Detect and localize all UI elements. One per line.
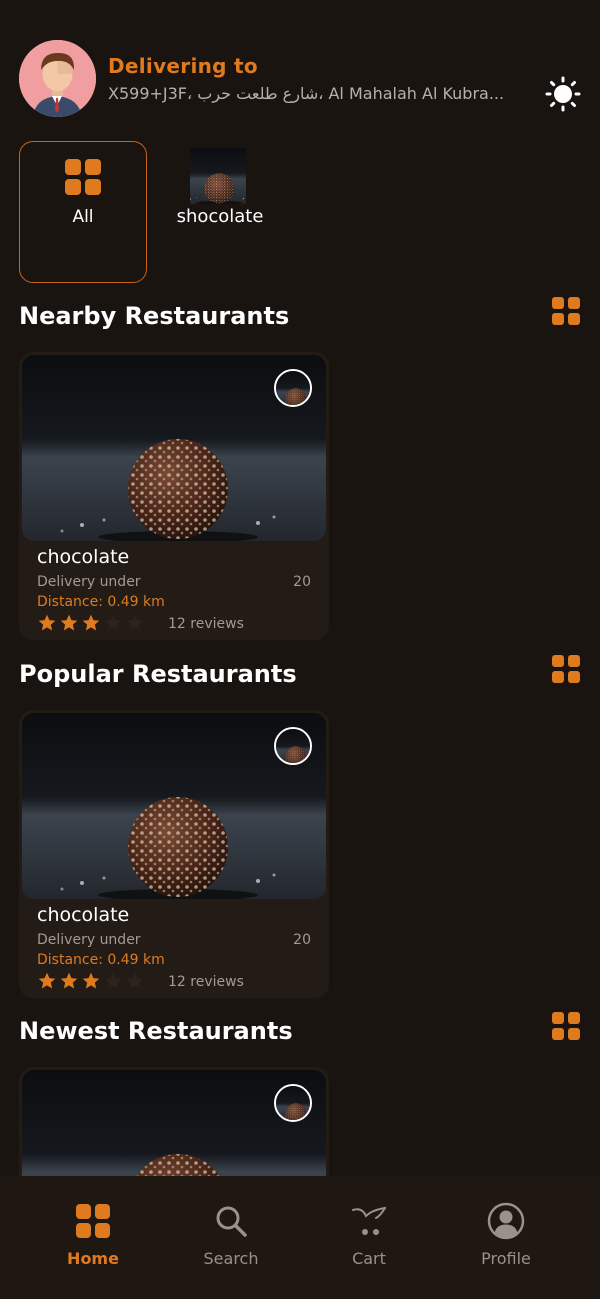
category-label: All: [72, 207, 94, 227]
restaurant-card[interactable]: chocolate Delivery under 20 Distance: 0.…: [19, 710, 329, 998]
header: Delivering to X599+J3F، شارع طلعت حرب، A…: [19, 40, 581, 118]
rating-stars: [37, 613, 145, 633]
nav-label: Cart: [352, 1249, 386, 1268]
home-grid-icon: [76, 1204, 110, 1238]
nav-search[interactable]: Search: [171, 1204, 291, 1274]
star-filled-icon: [37, 971, 57, 991]
reviews-count: 12 reviews: [168, 616, 244, 632]
star-filled-icon: [81, 613, 101, 633]
category-chocolate[interactable]: shocolate: [165, 148, 275, 238]
nav-label: Search: [203, 1249, 259, 1268]
delivery-time: 20: [293, 574, 311, 590]
star-filled-icon: [37, 613, 57, 633]
view-all-grid-icon[interactable]: [552, 1012, 580, 1040]
user-avatar-icon: [19, 40, 96, 117]
view-all-grid-icon[interactable]: [552, 655, 580, 683]
grid-icon: [65, 159, 101, 195]
delivery-label: Delivery under: [37, 932, 141, 948]
section-title-newest: Newest Restaurants: [19, 1017, 293, 1045]
restaurant-logo: [274, 727, 312, 765]
bottom-navigation: Home Search Cart Profile: [0, 1176, 600, 1299]
search-icon: [216, 1206, 247, 1237]
distance-text: Distance: 0.49 km: [37, 594, 165, 610]
restaurant-image: [22, 713, 326, 899]
category-label: shocolate: [176, 206, 264, 227]
sun-icon[interactable]: [545, 76, 581, 112]
delivering-label: Delivering to: [108, 54, 258, 78]
distance-text: Distance: 0.49 km: [37, 952, 165, 968]
restaurant-name: chocolate: [37, 904, 130, 926]
category-all[interactable]: All: [19, 141, 147, 283]
star-empty-icon: [103, 613, 123, 633]
restaurant-logo: [274, 369, 312, 407]
star-empty-icon: [125, 971, 145, 991]
delivery-time: 20: [293, 932, 311, 948]
view-all-grid-icon[interactable]: [552, 297, 580, 325]
restaurant-card[interactable]: chocolate Delivery under 20 Distance: 0.…: [19, 352, 329, 640]
delivery-address[interactable]: X599+J3F، شارع طلعت حرب، Al Mahalah Al K…: [108, 84, 548, 103]
nav-profile[interactable]: Profile: [446, 1202, 566, 1274]
restaurant-logo: [274, 1084, 312, 1122]
nav-home[interactable]: Home: [33, 1204, 153, 1274]
app-screen: Delivering to X599+J3F، شارع طلعت حرب، A…: [0, 0, 600, 1299]
nav-label: Home: [67, 1249, 119, 1268]
reviews-count: 12 reviews: [168, 974, 244, 990]
star-empty-icon: [103, 971, 123, 991]
section-title-nearby: Nearby Restaurants: [19, 302, 290, 330]
avatar[interactable]: [19, 40, 96, 117]
star-filled-icon: [81, 971, 101, 991]
restaurant-image: [22, 355, 326, 541]
restaurant-name: chocolate: [37, 546, 130, 568]
section-title-popular: Popular Restaurants: [19, 660, 297, 688]
nav-cart[interactable]: Cart: [309, 1204, 429, 1274]
profile-icon: [487, 1202, 525, 1240]
star-filled-icon: [59, 613, 79, 633]
rating-stars: [37, 971, 145, 991]
chocolate-thumbnail: [190, 148, 246, 204]
star-empty-icon: [125, 613, 145, 633]
star-filled-icon: [59, 971, 79, 991]
nav-label: Profile: [481, 1249, 531, 1268]
delivery-label: Delivery under: [37, 574, 141, 590]
cart-icon: [352, 1206, 386, 1235]
